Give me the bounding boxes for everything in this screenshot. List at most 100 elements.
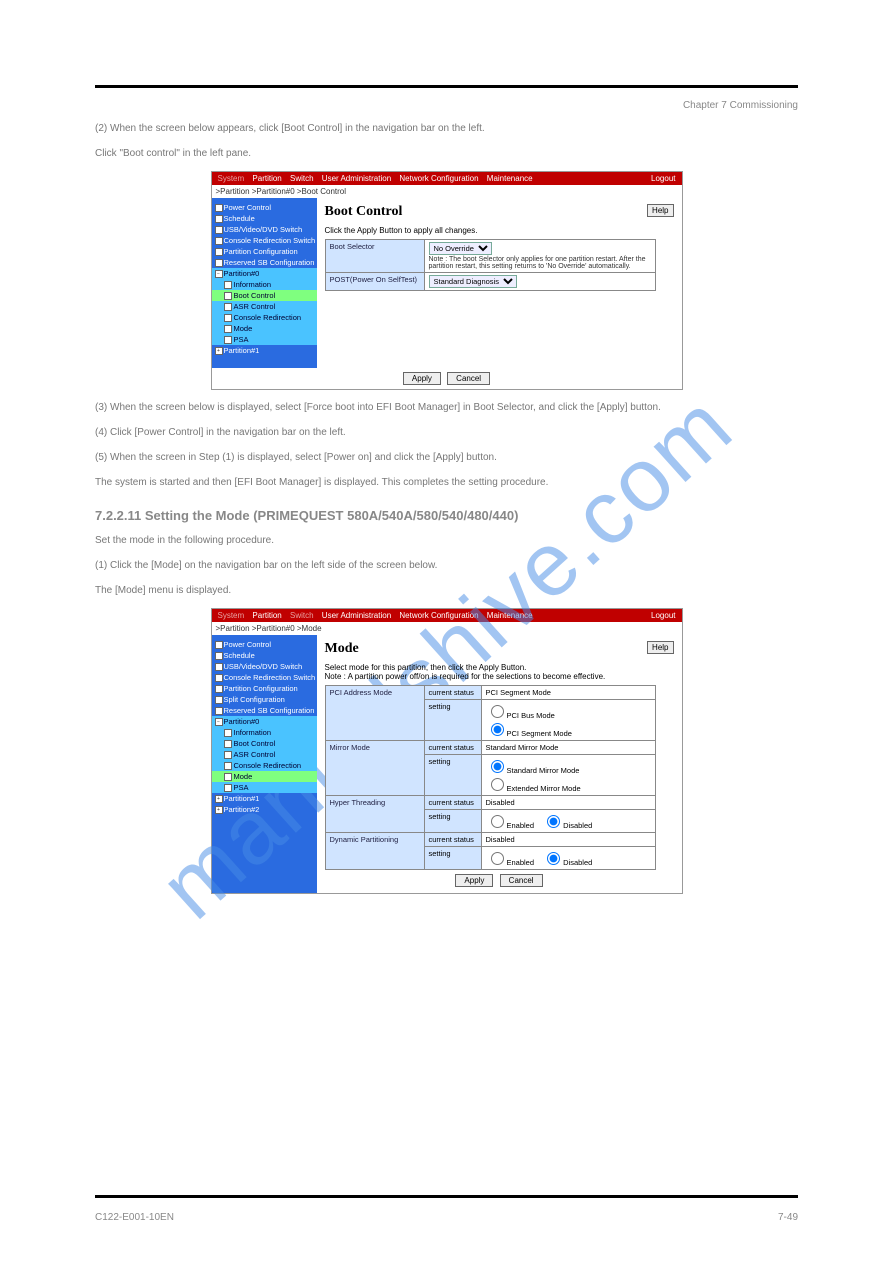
boot-selector-label: Boot Selector bbox=[325, 240, 424, 273]
dp-label: Dynamic Partitioning bbox=[325, 833, 424, 870]
col-setting-3: setting bbox=[424, 810, 481, 833]
mid-p1: (3) When the screen below is displayed, … bbox=[95, 400, 798, 415]
cancel-button-2[interactable]: Cancel bbox=[500, 874, 543, 887]
nav2-maintenance[interactable]: Maintenance bbox=[487, 611, 533, 620]
pci-opt1-label: PCI Bus Mode bbox=[507, 711, 555, 720]
mirror-opt1-radio[interactable] bbox=[491, 760, 504, 773]
mirror-current: Standard Mirror Mode bbox=[481, 741, 656, 755]
nav2-system[interactable]: System bbox=[218, 611, 245, 620]
chapter-header: Chapter 7 Commissioning bbox=[95, 100, 798, 111]
sb2-usb-switch[interactable]: USB/Video/DVD Switch bbox=[212, 661, 317, 672]
ht-enabled-radio[interactable] bbox=[491, 815, 504, 828]
dp-disabled-label: Disabled bbox=[563, 858, 592, 867]
mirror-opt2-radio[interactable] bbox=[491, 778, 504, 791]
nav-useradmin[interactable]: User Administration bbox=[322, 174, 391, 183]
dp-disabled-radio[interactable] bbox=[547, 852, 560, 865]
pci-label: PCI Address Mode bbox=[325, 686, 424, 741]
logout-link[interactable]: Logout bbox=[651, 174, 675, 183]
pci-opt1-radio[interactable] bbox=[491, 705, 504, 718]
sb2-sub-psa[interactable]: PSA bbox=[212, 782, 317, 793]
sidebar-power-control[interactable]: Power Control bbox=[212, 202, 317, 213]
ht-current: Disabled bbox=[481, 796, 656, 810]
sidebar-partition1[interactable]: Partition#1 bbox=[212, 345, 317, 356]
sidebar-sub-boot-control[interactable]: Boot Control bbox=[212, 290, 317, 301]
mid-p2: (4) Click [Power Control] in the navigat… bbox=[95, 425, 798, 440]
col-current-1: current status bbox=[424, 686, 481, 700]
top-nav-bar: System Partition Switch User Administrat… bbox=[212, 172, 682, 185]
logout-link-2[interactable]: Logout bbox=[651, 611, 675, 620]
sidebar-usb-switch[interactable]: USB/Video/DVD Switch bbox=[212, 224, 317, 235]
sidebar-sub-information[interactable]: Information bbox=[212, 279, 317, 290]
nav-switch[interactable]: Switch bbox=[290, 174, 314, 183]
screenshot-mode: System Partition Switch User Administrat… bbox=[211, 608, 683, 894]
post-label: POST(Power On SelfTest) bbox=[325, 273, 424, 291]
sb2-split-config[interactable]: Split Configuration bbox=[212, 694, 317, 705]
boot-selector-select[interactable]: No Override bbox=[429, 242, 492, 255]
footer-left: C122-E001-10EN bbox=[95, 1212, 174, 1223]
sb2-partition-config[interactable]: Partition Configuration bbox=[212, 683, 317, 694]
sidebar-partition0[interactable]: Partition#0 bbox=[212, 268, 317, 279]
button-row-2: Apply Cancel bbox=[325, 870, 674, 891]
help-button[interactable]: Help bbox=[647, 204, 673, 217]
pci-opt2-label: PCI Segment Mode bbox=[507, 729, 572, 738]
mode-table: PCI Address Mode current status PCI Segm… bbox=[325, 685, 657, 870]
post-select[interactable]: Standard Diagnosis bbox=[429, 275, 517, 288]
col-current-3: current status bbox=[424, 796, 481, 810]
mid-p5: Set the mode in the following procedure. bbox=[95, 533, 798, 548]
mid-p7: The [Mode] menu is displayed. bbox=[95, 583, 798, 598]
ht-label: Hyper Threading bbox=[325, 796, 424, 833]
nav-partition[interactable]: Partition bbox=[252, 174, 281, 183]
sidebar-schedule[interactable]: Schedule bbox=[212, 213, 317, 224]
sb2-reserved-sb[interactable]: Reserved SB Configuration bbox=[212, 705, 317, 716]
dp-enabled-label: Enabled bbox=[507, 858, 535, 867]
apply-button-2[interactable]: Apply bbox=[455, 874, 493, 887]
nav2-useradmin[interactable]: User Administration bbox=[322, 611, 391, 620]
sb2-partition1[interactable]: Partition#1 bbox=[212, 793, 317, 804]
instruction-text: Click the Apply Button to apply all chan… bbox=[325, 226, 674, 235]
footer-rule bbox=[95, 1195, 798, 1198]
ht-enabled-label: Enabled bbox=[507, 821, 535, 830]
sb2-schedule[interactable]: Schedule bbox=[212, 650, 317, 661]
sidebar-console-switch[interactable]: Console Redirection Switch bbox=[212, 235, 317, 246]
sidebar-sub-console[interactable]: Console Redirection bbox=[212, 312, 317, 323]
sb2-sub-boot-control[interactable]: Boot Control bbox=[212, 738, 317, 749]
footer-right: 7-49 bbox=[778, 1212, 798, 1223]
nav-maintenance[interactable]: Maintenance bbox=[487, 174, 533, 183]
sb2-console-switch[interactable]: Console Redirection Switch bbox=[212, 672, 317, 683]
sb2-sub-mode[interactable]: Mode bbox=[212, 771, 317, 782]
sb2-power-control[interactable]: Power Control bbox=[212, 639, 317, 650]
sidebar-sub-mode[interactable]: Mode bbox=[212, 323, 317, 334]
help-button-2[interactable]: Help bbox=[647, 641, 673, 654]
sidebar-sub-asr[interactable]: ASR Control bbox=[212, 301, 317, 312]
intro-line2: Click "Boot control" in the left pane. bbox=[95, 146, 798, 161]
sb2-partition0[interactable]: Partition#0 bbox=[212, 716, 317, 727]
sb2-partition2[interactable]: Partition#2 bbox=[212, 804, 317, 815]
sidebar-partition-config[interactable]: Partition Configuration bbox=[212, 246, 317, 257]
top-nav-bar-2: System Partition Switch User Administrat… bbox=[212, 609, 682, 622]
nav2-partition[interactable]: Partition bbox=[252, 611, 281, 620]
sidebar-reserved-sb[interactable]: Reserved SB Configuration bbox=[212, 257, 317, 268]
header-rule bbox=[95, 85, 798, 88]
sidebar-sub-psa[interactable]: PSA bbox=[212, 334, 317, 345]
screenshot-boot-control: System Partition Switch User Administrat… bbox=[211, 171, 683, 390]
sb2-sub-console[interactable]: Console Redirection bbox=[212, 760, 317, 771]
col-setting-4: setting bbox=[424, 847, 481, 870]
section-heading: 7.2.2.11 Setting the Mode (PRIMEQUEST 58… bbox=[95, 508, 798, 523]
nav2-network[interactable]: Network Configuration bbox=[399, 611, 478, 620]
nav2-switch[interactable]: Switch bbox=[290, 611, 314, 620]
sb2-sub-asr[interactable]: ASR Control bbox=[212, 749, 317, 760]
ht-disabled-radio[interactable] bbox=[547, 815, 560, 828]
boot-selector-note: Note : The boot Selector only applies fo… bbox=[429, 256, 652, 270]
nav-network[interactable]: Network Configuration bbox=[399, 174, 478, 183]
content-pane-2: Help Mode Select mode for this partition… bbox=[317, 635, 682, 893]
cancel-button[interactable]: Cancel bbox=[447, 372, 490, 385]
instruction-text-2a: Select mode for this partition, then cli… bbox=[325, 663, 674, 672]
pci-current: PCI Segment Mode bbox=[481, 686, 656, 700]
nav-system[interactable]: System bbox=[218, 174, 245, 183]
sb2-sub-information[interactable]: Information bbox=[212, 727, 317, 738]
intro-line1: (2) When the screen below appears, click… bbox=[95, 121, 798, 136]
dp-enabled-radio[interactable] bbox=[491, 852, 504, 865]
apply-button[interactable]: Apply bbox=[403, 372, 441, 385]
mirror-opt2-label: Extended Mirror Mode bbox=[507, 784, 581, 793]
pci-opt2-radio[interactable] bbox=[491, 723, 504, 736]
